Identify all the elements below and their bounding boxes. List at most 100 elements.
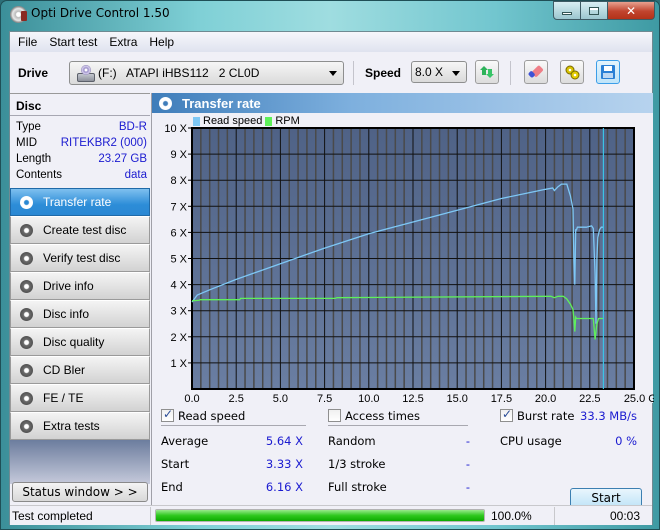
y-tick-label: 3 X	[170, 306, 187, 318]
sidebar-filler	[10, 440, 150, 484]
x-tick-label: 10.0	[358, 393, 379, 403]
nav-drive-info[interactable]: Drive info	[10, 272, 150, 300]
stat-label: Average	[161, 434, 209, 448]
nav-cd-bler[interactable]: CD Bler	[10, 356, 150, 384]
disc-info-panel: Disc Type BD-R MID RITEKBR2 (000) Length 23…	[10, 93, 150, 188]
disc-mid-label: MID	[16, 137, 38, 149]
x-tick-label: 12.5	[402, 393, 423, 403]
disc-contents-value: data	[124, 169, 147, 181]
minimize-icon	[562, 12, 572, 15]
progress-bar	[155, 509, 485, 522]
transfer-rate-chart: 1 X 2 X 3 X 4 X 5 X 6 X 7 X 8 X 9 X 10 X 0.0 2.5 5.0…	[164, 123, 654, 403]
app-disc-icon	[10, 6, 27, 23]
access-times-group: Access times	[328, 406, 468, 426]
menu-extra[interactable]: Extra	[103, 35, 143, 49]
stat-random: Random -	[328, 434, 470, 448]
disc-type-label: Type	[16, 121, 41, 133]
y-tick-label: 1 X	[170, 358, 187, 370]
speed-select[interactable]: 8.0 X	[411, 61, 467, 83]
burst-rate-value: 33.3 MB/s	[580, 409, 637, 423]
stat-end: End 6.16 X	[161, 480, 303, 494]
nav-disc-info[interactable]: Disc info	[10, 300, 150, 328]
nav-label: Disc quality	[43, 335, 105, 349]
x-tick-label: 5.0	[273, 393, 288, 403]
minimize-button[interactable]	[553, 1, 581, 20]
x-tick-label: 0.0	[184, 393, 199, 403]
elapsed-time: 00:03	[610, 509, 641, 523]
chart-area: Read speed RPM 1 X2 X3 X4 X5 X6 X7 X8 X9…	[152, 113, 654, 403]
disc-heading: Disc	[10, 94, 150, 116]
nav-label: Drive info	[43, 279, 94, 293]
x-tick-label: 2.5	[229, 393, 244, 403]
nav-transfer-rate[interactable]: Transfer rate	[10, 188, 150, 216]
menu-bar: File Start test Extra Help	[10, 32, 652, 52]
read-speed-group: Read speed	[161, 406, 306, 426]
maximize-button[interactable]	[581, 1, 608, 20]
create-disc-icon	[20, 223, 33, 237]
transfer-rate-icon	[159, 96, 172, 110]
nav-extra-tests[interactable]: Extra tests	[10, 412, 150, 440]
nav-label: Create test disc	[43, 223, 127, 237]
x-tick-label: 25.0 GB	[624, 393, 654, 403]
toolbar: Drive (F:) ATAPI iHBS112 2 CL0D Speed 8.…	[10, 53, 652, 93]
stat-full-stroke: Full stroke -	[328, 480, 470, 494]
drive-select[interactable]: (F:) ATAPI iHBS112 2 CL0D	[69, 61, 344, 85]
nav-label: Transfer rate	[43, 195, 112, 209]
status-divider	[554, 507, 555, 525]
burst-rate-checkbox[interactable]	[500, 407, 513, 422]
nav-disc-quality[interactable]: Disc quality	[10, 328, 150, 356]
access-times-checkbox[interactable]	[328, 409, 341, 422]
y-tick-label: 4 X	[170, 280, 187, 292]
nav-label: Disc info	[43, 307, 90, 321]
title-bar[interactable]: Opti Drive Control 1.50 ✕	[1, 1, 659, 29]
progress-fill	[156, 510, 484, 521]
menu-file[interactable]: File	[12, 35, 43, 49]
toolbar-divider	[510, 61, 511, 85]
chevron-down-icon	[329, 71, 337, 76]
refresh-icon	[480, 66, 494, 78]
refresh-button[interactable]	[475, 60, 499, 84]
fe-te-icon	[20, 391, 33, 405]
nav-label: FE / TE	[43, 391, 84, 405]
close-button[interactable]: ✕	[608, 1, 655, 20]
status-bar: Test completed 100.0% 00:03	[10, 505, 652, 525]
y-tick-label: 6 X	[170, 227, 187, 239]
stat-label: Full stroke	[328, 480, 387, 494]
window-title: Opti Drive Control 1.50	[31, 6, 170, 20]
close-icon: ✕	[625, 3, 637, 18]
erase-button[interactable]	[524, 60, 548, 84]
test-nav: Transfer rate Create test disc Verify te…	[10, 188, 150, 440]
extra-tests-icon	[20, 419, 33, 433]
stat-one-third-stroke: 1/3 stroke -	[328, 457, 470, 471]
status-divider	[150, 507, 151, 525]
menu-help[interactable]: Help	[143, 35, 180, 49]
main-panel: Transfer rate Read speed RPM 1 X2 X3 X4 …	[151, 93, 654, 509]
status-window-button[interactable]: Status window > >	[12, 482, 148, 502]
transfer-rate-icon	[20, 195, 33, 209]
settings-button[interactable]	[560, 60, 584, 84]
nav-create-test-disc[interactable]: Create test disc	[10, 216, 150, 244]
stat-value: 5.64 X	[265, 434, 303, 448]
disc-row-mid: MID RITEKBR2 (000)	[10, 135, 150, 151]
sidebar: Disc Type BD-R MID RITEKBR2 (000) Length 23…	[10, 93, 150, 505]
read-speed-checkbox[interactable]	[161, 407, 174, 422]
chevron-down-icon	[452, 71, 460, 76]
speed-select-value: 8.0 X	[415, 65, 444, 79]
menu-start-test[interactable]: Start test	[43, 35, 103, 49]
nav-verify-test-disc[interactable]: Verify test disc	[10, 244, 150, 272]
stat-label: 1/3 stroke	[328, 457, 386, 471]
nav-label: CD Bler	[43, 363, 86, 377]
cpu-usage-value: 0 %	[615, 434, 637, 448]
save-button[interactable]	[596, 60, 620, 84]
stat-average: Average 5.64 X	[161, 434, 303, 448]
stat-start: Start 3.33 X	[161, 457, 303, 471]
disc-row-type: Type BD-R	[10, 119, 150, 135]
verify-disc-icon	[20, 251, 33, 265]
client-area: File Start test Extra Help Drive (F:) AT…	[9, 31, 654, 525]
toolbar-divider	[353, 61, 354, 85]
y-tick-label: 8 X	[170, 175, 187, 187]
nav-fe-te[interactable]: FE / TE	[10, 384, 150, 412]
drive-select-value: (F:) ATAPI iHBS112 2 CL0D	[98, 66, 260, 80]
stat-label: Start	[161, 457, 190, 471]
stat-value: 6.16 X	[265, 480, 303, 494]
